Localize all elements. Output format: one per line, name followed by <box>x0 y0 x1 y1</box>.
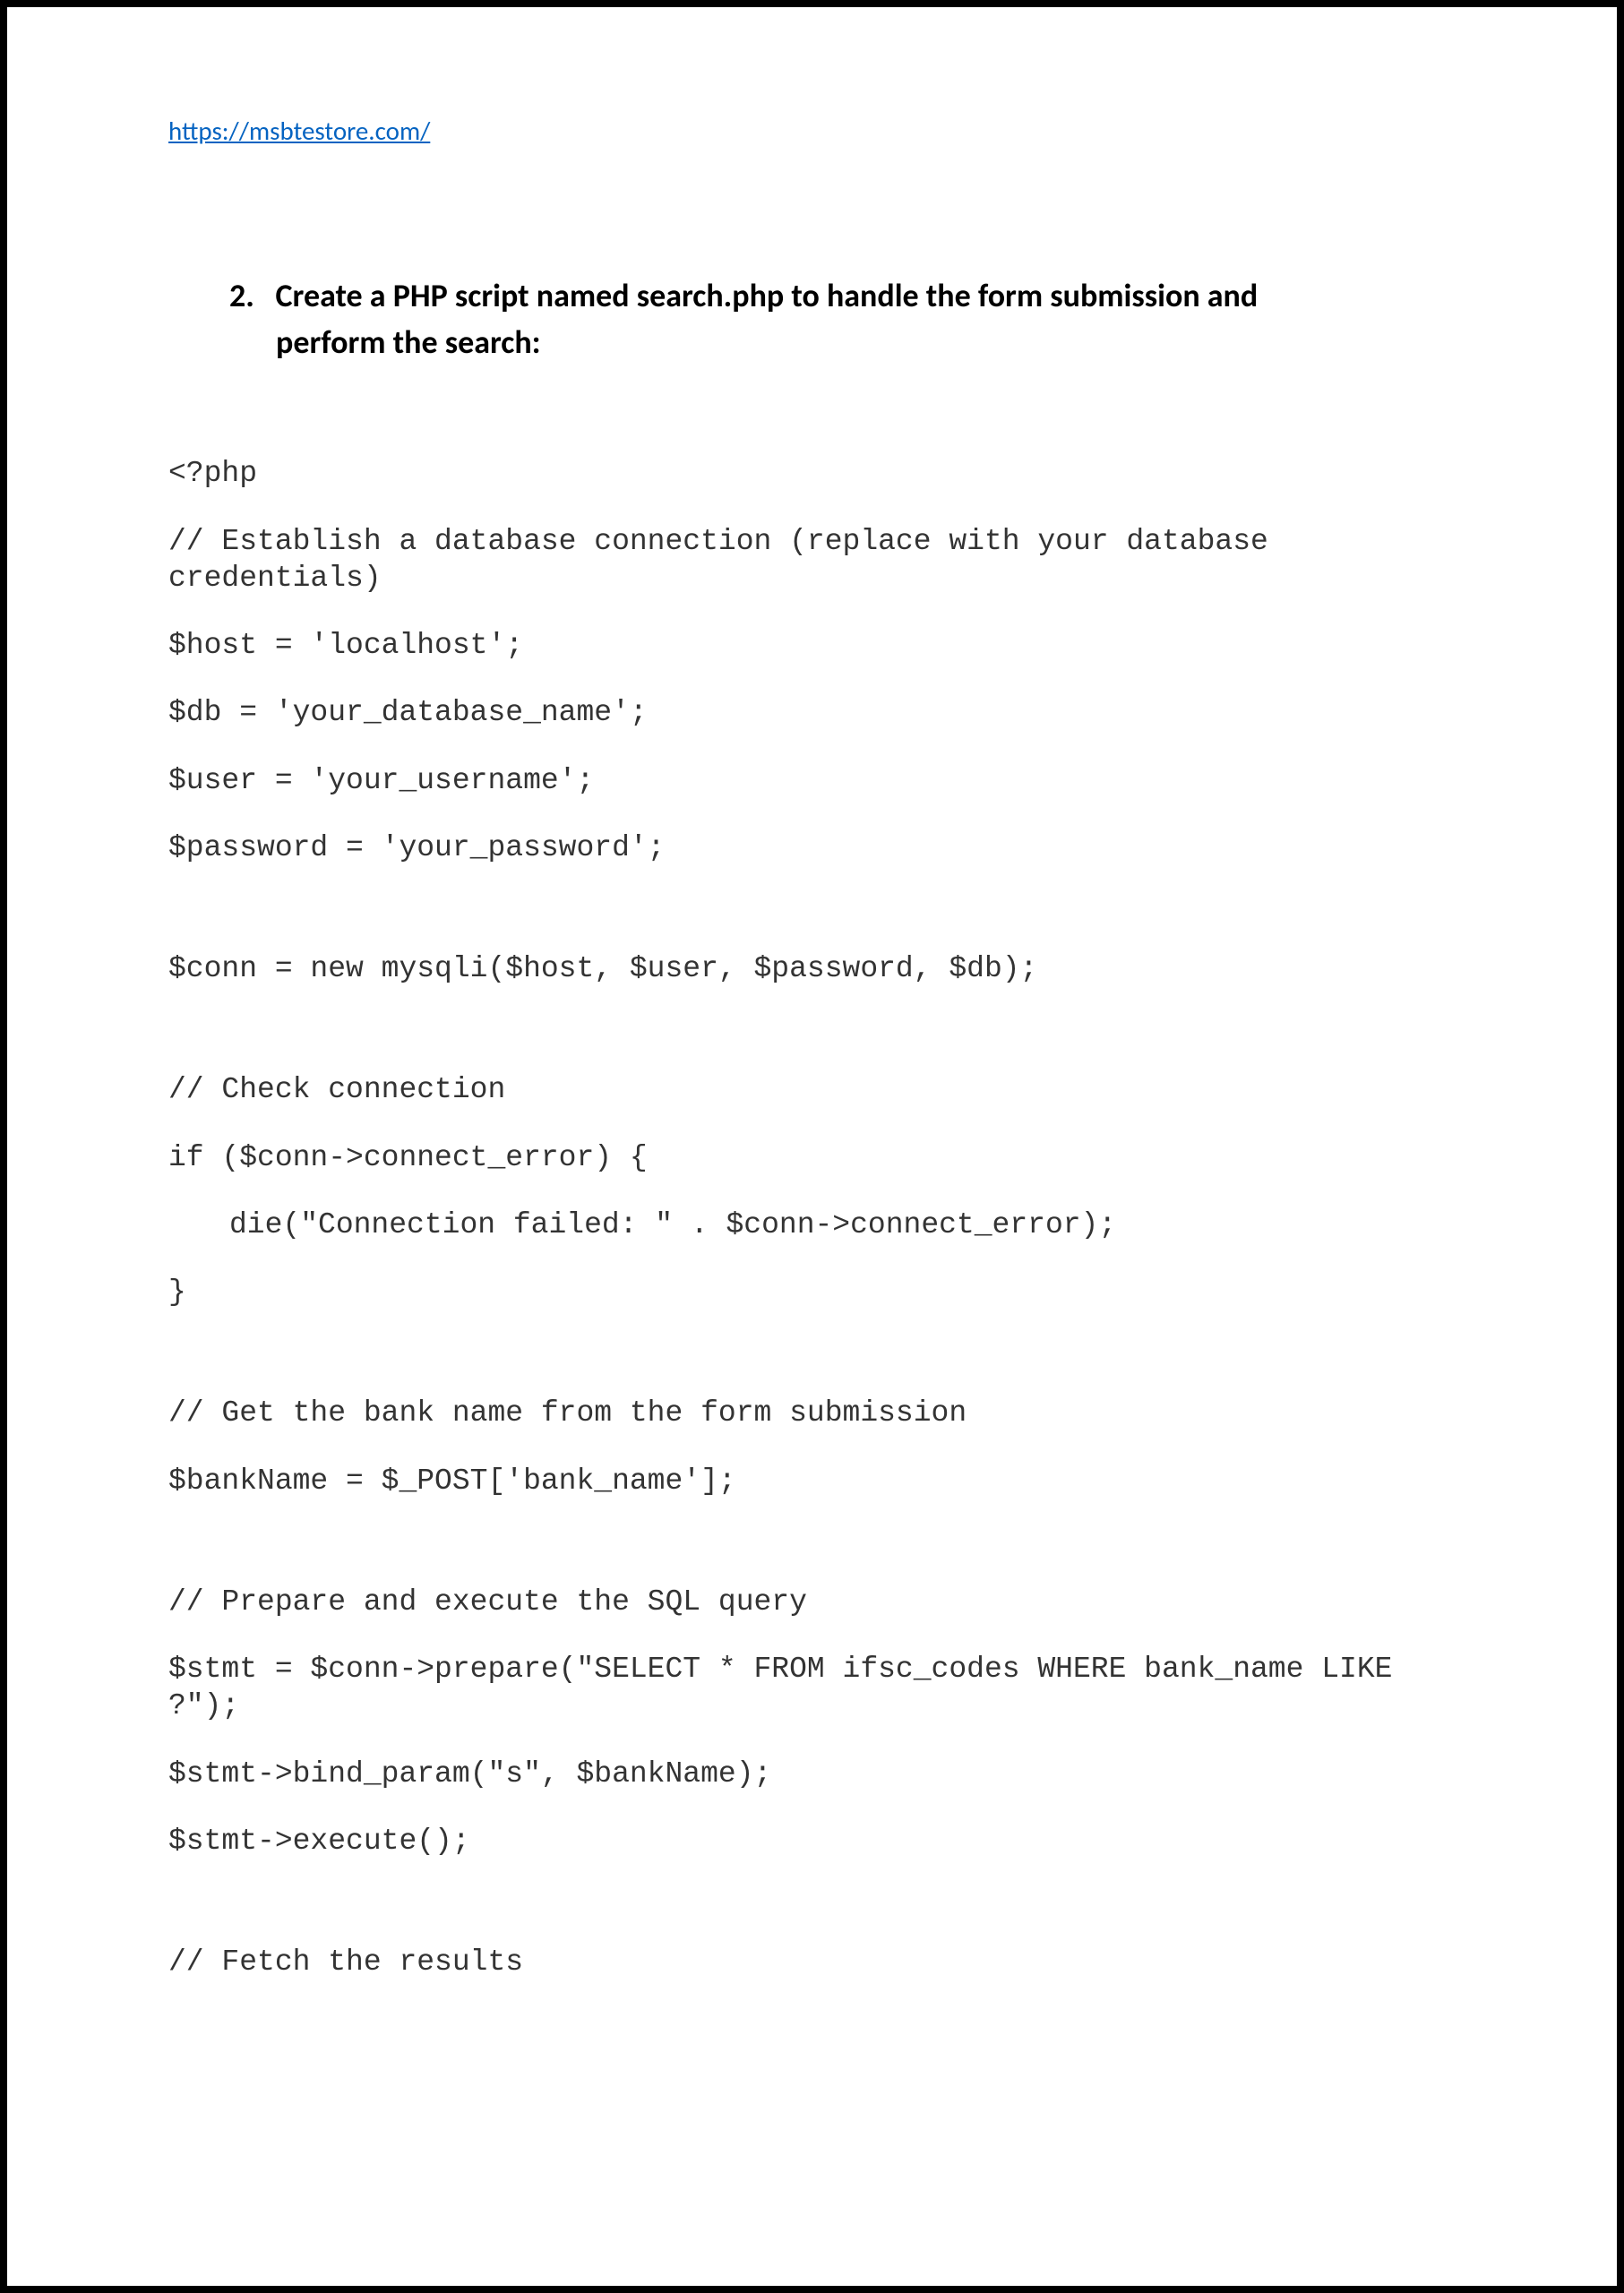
header-url-link[interactable]: https://msbtestore.com/ <box>168 115 430 147</box>
heading-line2: perform the search: <box>276 319 1456 365</box>
code-line: // Establish a database connection (repl… <box>168 523 1456 597</box>
code-line: // Check connection <box>168 1071 1456 1108</box>
blank-line <box>168 1530 1456 1584</box>
code-line: $stmt->bind_param("s", $bankName); <box>168 1756 1456 1792</box>
heading-line1: Create a PHP script named search.php to … <box>276 276 1259 315</box>
code-line: $conn = new mysqli($host, $user, $passwo… <box>168 950 1456 987</box>
code-line: // Prepare and execute the SQL query <box>168 1584 1456 1620</box>
code-line: $password = 'your_password'; <box>168 829 1456 866</box>
code-line: die("Connection failed: " . $conn->conne… <box>168 1207 1456 1243</box>
code-line: } <box>168 1274 1456 1310</box>
code-line: $host = 'localhost'; <box>168 627 1456 664</box>
blank-line <box>168 1341 1456 1395</box>
code-line: $bankName = $_POST['bank_name']; <box>168 1463 1456 1499</box>
section-heading: 2. Create a PHP script named search.php … <box>229 272 1456 365</box>
code-line: $db = 'your_database_name'; <box>168 694 1456 731</box>
blank-line <box>168 1018 1456 1071</box>
code-line: $stmt = $conn->prepare("SELECT * FROM if… <box>168 1651 1456 1725</box>
list-number: 2. <box>229 276 254 315</box>
php-code-block: <?php // Establish a database connection… <box>168 455 1456 1980</box>
code-line: if ($conn->connect_error) { <box>168 1139 1456 1176</box>
blank-line <box>168 897 1456 950</box>
code-line: $stmt->execute(); <box>168 1823 1456 1859</box>
code-line: $user = 'your_username'; <box>168 762 1456 799</box>
code-line: // Fetch the results <box>168 1944 1456 1980</box>
blank-line <box>168 1890 1456 1944</box>
code-line: <?php <box>168 455 1456 492</box>
code-line: // Get the bank name from the form submi… <box>168 1395 1456 1431</box>
